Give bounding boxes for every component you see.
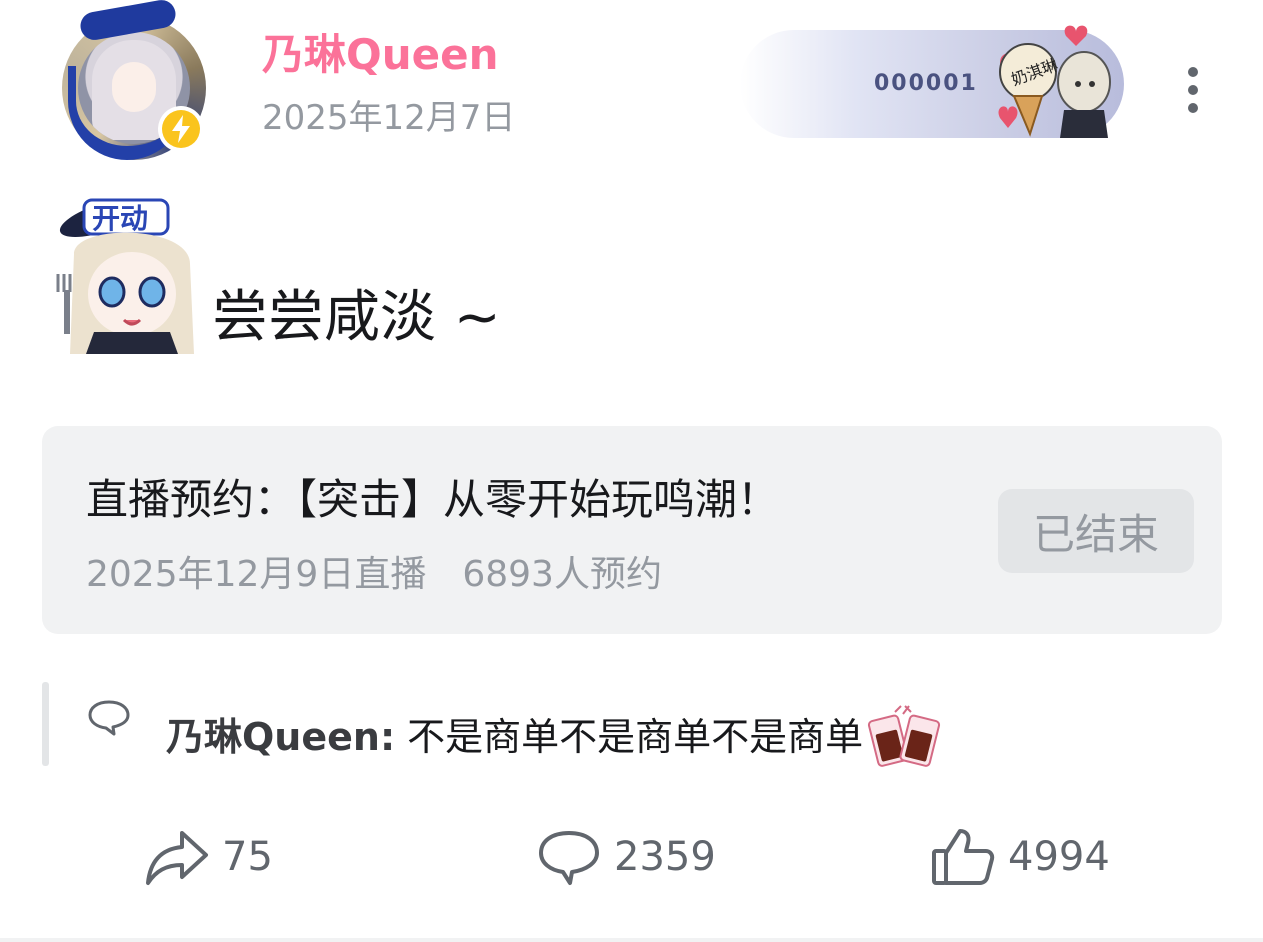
reservation-title: 直播预约：【突击】从零开始玩鸣潮！ (86, 475, 780, 524)
chibi-body (1060, 110, 1108, 138)
comment-author[interactable]: 乃琳Queen: (166, 711, 395, 763)
avatar-face-shape (112, 62, 156, 112)
comment-icon (539, 831, 599, 885)
comment-text: 不是商单不是商单不是商单 (407, 715, 864, 759)
reservation-live-date: 2025年12月9日直播 (86, 554, 427, 595)
pinned-comment[interactable]: 乃琳Queen: 不是商单不是商单不是商单 (166, 704, 943, 770)
like-count: 4994 (1008, 834, 1110, 880)
reservation-meta: 2025年12月9日直播 6893人预约 (86, 550, 662, 600)
share-arrow-icon (146, 831, 208, 885)
reservation-status-button[interactable]: 已结束 (998, 489, 1194, 573)
heart-shape (998, 106, 1018, 128)
lightning-bolt-icon (172, 115, 190, 143)
chibi-head (1057, 51, 1111, 113)
speech-bubble-icon (88, 700, 130, 736)
comment-action[interactable]: 2359 (536, 822, 716, 892)
vertical-ellipsis-icon[interactable] (1176, 64, 1210, 120)
fan-badge-character-art: 奶淇琳 (998, 25, 1111, 138)
post-date: 2025年12月7日 (262, 98, 516, 138)
bottom-divider (0, 938, 1263, 942)
share-action[interactable]: 75 (144, 822, 273, 892)
reservation-count: 6893人预约 (462, 554, 662, 595)
comment-count: 2359 (614, 834, 716, 880)
cheers-drinks-emoji-icon (868, 705, 941, 767)
fan-badge-number: 000001 (874, 71, 978, 96)
post-text: 尝尝咸淡 ~ (212, 285, 501, 350)
share-count: 75 (222, 834, 273, 880)
pinned-comment-bar (42, 682, 49, 766)
ice-cream-cone (1012, 95, 1044, 137)
author-name[interactable]: 乃琳Queen (262, 30, 498, 80)
sticker-emote: 开动 (56, 198, 194, 354)
heart-shape (1064, 25, 1088, 46)
like-action[interactable]: 4994 (930, 822, 1110, 892)
sticker-text: 开动 (92, 202, 148, 235)
thumbs-up-icon (932, 829, 995, 885)
verified-badge (158, 106, 204, 152)
sticker-fork (64, 290, 70, 334)
author-avatar[interactable] (48, 0, 224, 162)
